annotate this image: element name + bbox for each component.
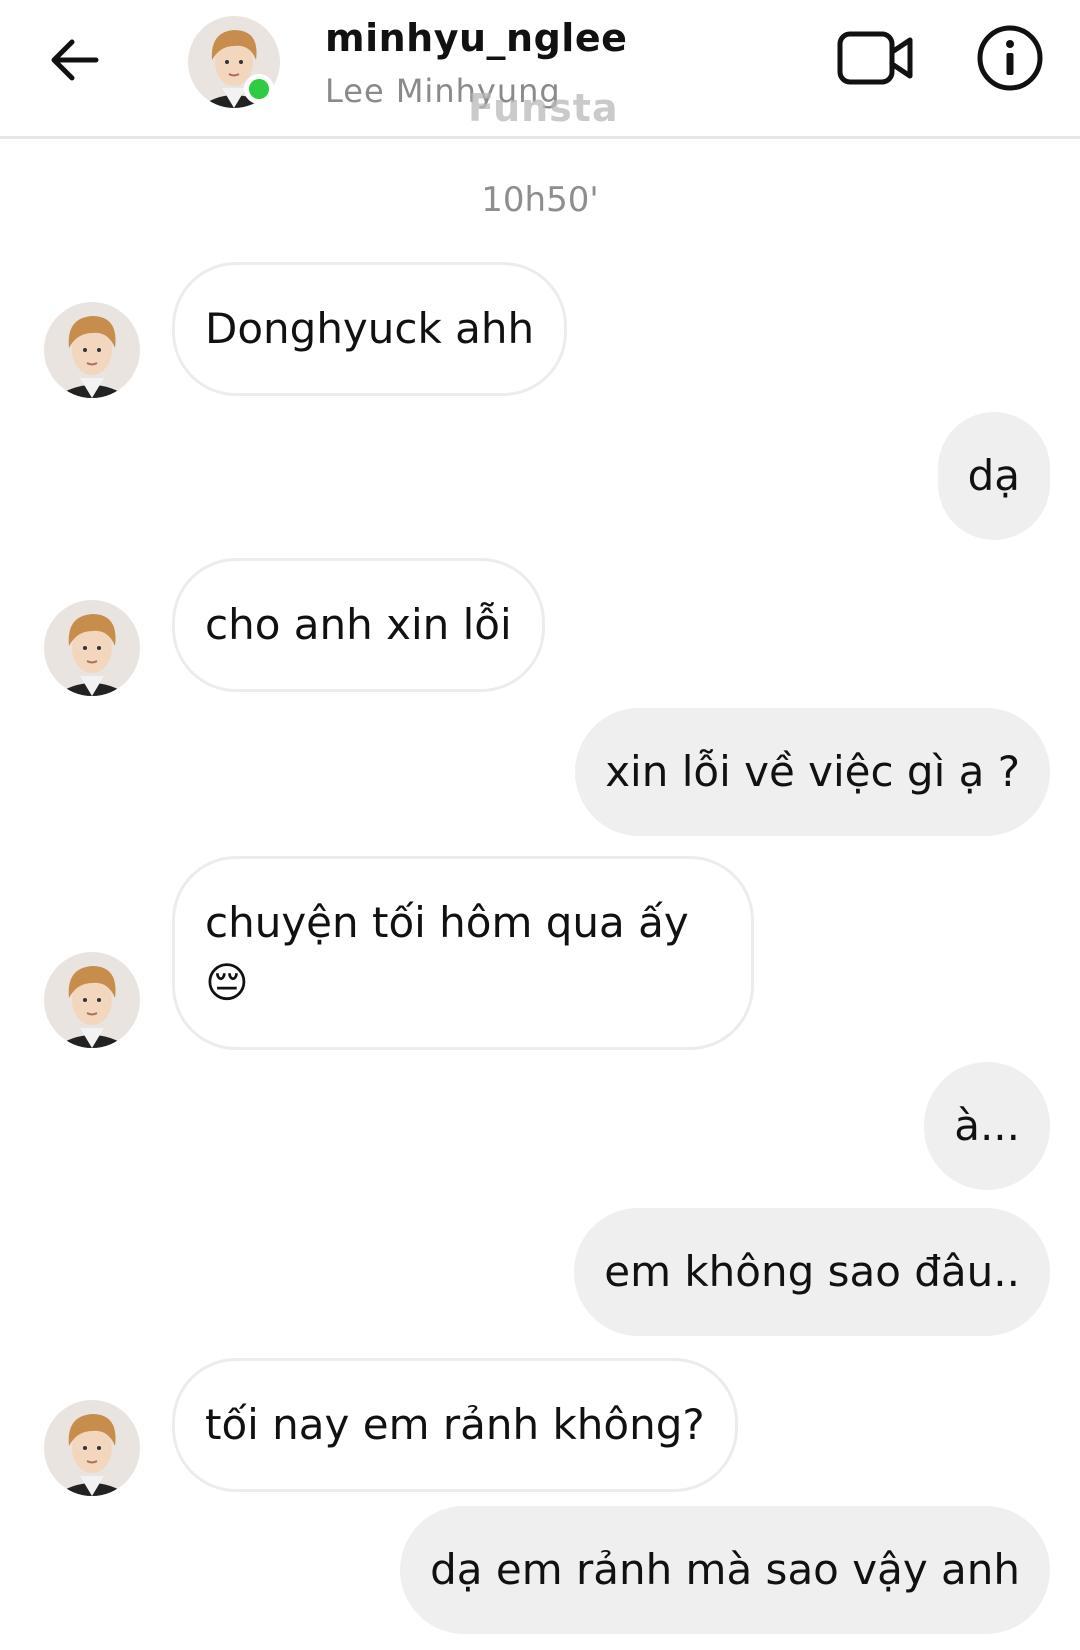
message-text: chuyện tối hôm qua ấy <box>205 898 689 947</box>
sender-avatar[interactable] <box>44 302 140 398</box>
chat-header: minhyu_nglee Lee Minhyung Funsta <box>0 0 1080 139</box>
incoming-message-bubble[interactable]: cho anh xin lỗi <box>172 558 545 692</box>
chat-username[interactable]: minhyu_nglee <box>325 16 627 60</box>
incoming-message-bubble[interactable]: tối nay em rảnh không? <box>172 1358 738 1492</box>
outgoing-message-bubble[interactable]: em không sao đâu.. <box>574 1208 1050 1336</box>
incoming-message-bubble[interactable]: chuyện tối hôm qua ấy 😔 <box>172 856 754 1050</box>
video-call-icon[interactable] <box>836 26 916 90</box>
info-icon[interactable] <box>976 24 1044 92</box>
incoming-message-bubble[interactable]: Donghyuck ahh <box>172 262 568 396</box>
outgoing-message-bubble[interactable]: dạ <box>937 412 1050 540</box>
pensive-face-emoji: 😔 <box>205 958 249 1007</box>
sender-avatar[interactable] <box>44 952 140 1048</box>
sender-avatar[interactable] <box>44 1400 140 1496</box>
online-status-dot <box>244 74 274 104</box>
outgoing-message-bubble[interactable]: xin lỗi về việc gì ạ ? <box>575 708 1050 836</box>
watermark: Funsta <box>468 86 619 130</box>
message-timestamp: 10h50' <box>481 180 599 220</box>
back-arrow-icon[interactable] <box>44 28 108 92</box>
sender-avatar[interactable] <box>44 600 140 696</box>
outgoing-message-bubble[interactable]: dạ em rảnh mà sao vậy anh <box>400 1506 1050 1634</box>
outgoing-message-bubble[interactable]: à... <box>924 1062 1050 1190</box>
